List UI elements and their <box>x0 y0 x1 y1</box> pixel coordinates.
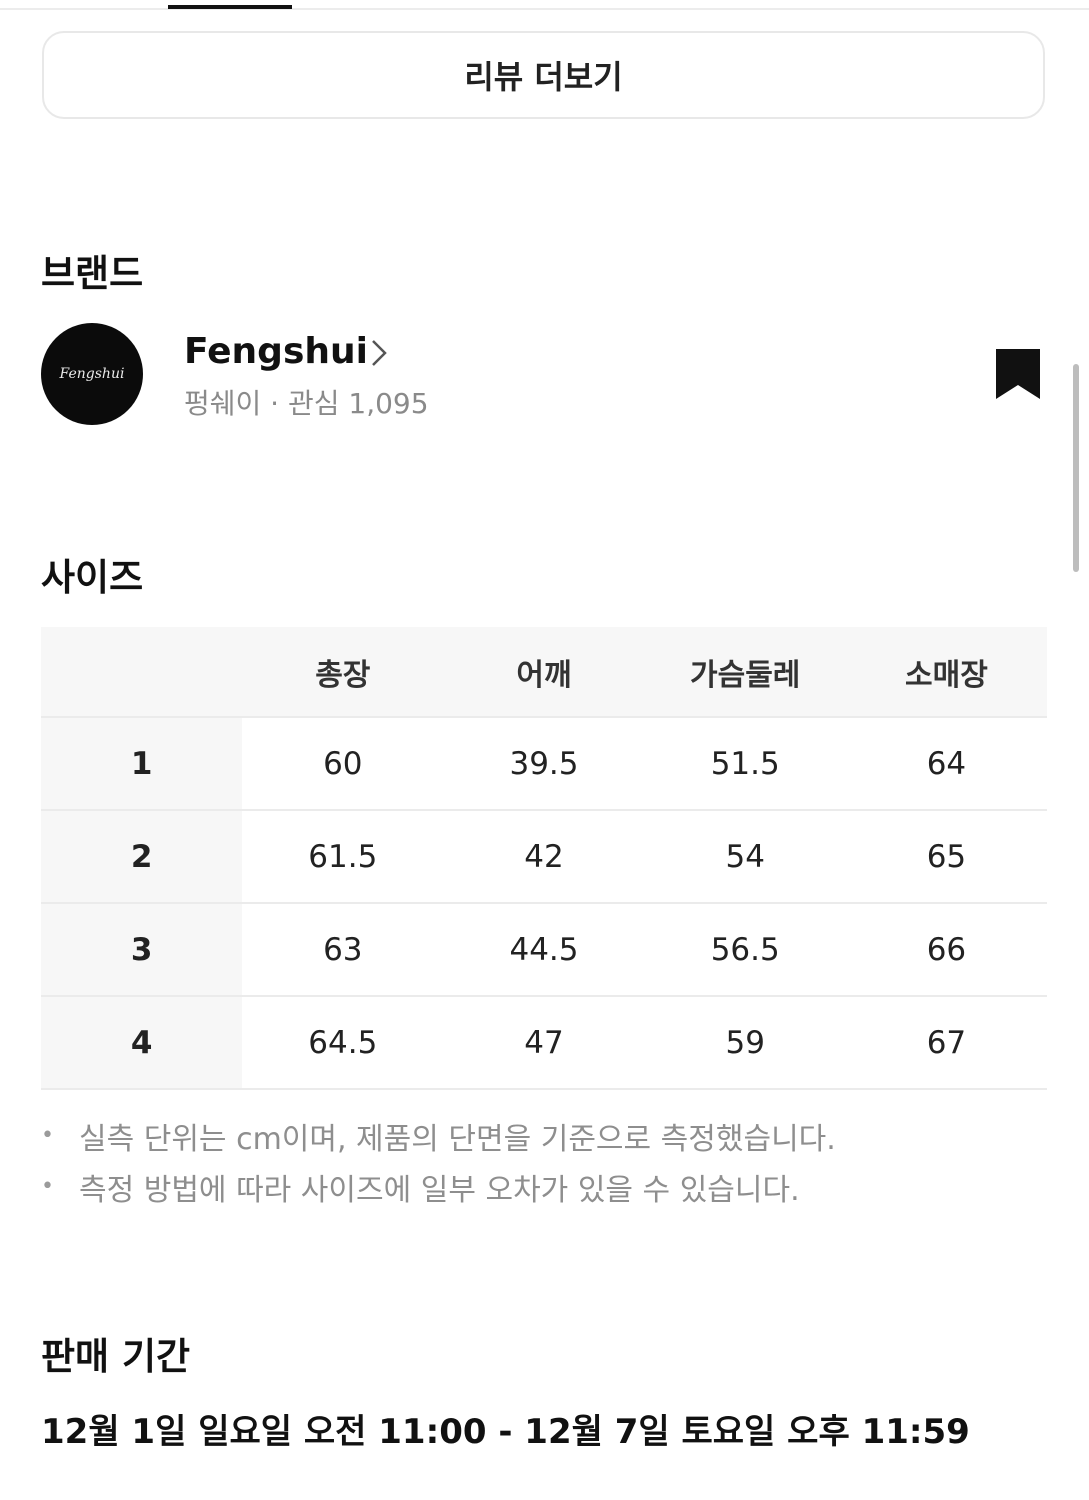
size-note-text: 실측 단위는 cm이며, 제품의 단면을 기준으로 측정했습니다. <box>79 1121 836 1157</box>
size-column-header <box>41 627 242 716</box>
size-column-header: 어깨 <box>516 657 572 693</box>
active-tab-indicator <box>168 5 292 9</box>
size-value-cell: 64.5 <box>308 1024 378 1061</box>
scrollbar[interactable] <box>1073 364 1079 572</box>
size-value-cell: 64 <box>926 745 967 782</box>
size-value-cell: 60 <box>323 745 363 782</box>
size-value-cell: 63 <box>323 931 363 968</box>
size-value-cell: 44.5 <box>509 931 579 968</box>
size-value-cell: 56.5 <box>710 931 780 968</box>
size-column-header: 총장 <box>315 657 371 693</box>
size-value-cell: 66 <box>926 931 967 968</box>
bullet-icon: • <box>41 1174 54 1199</box>
size-table: 총장 어깨 가슴둘레 소매장 1 60 39.5 51.5 64 2 61.5 … <box>41 627 1047 1090</box>
table-row: 2 61.5 42 54 65 <box>41 811 1047 904</box>
size-value-cell: 47 <box>524 1024 564 1061</box>
size-value-cell: 67 <box>926 1024 967 1061</box>
size-value-cell: 42 <box>524 838 564 875</box>
size-label-cell: 3 <box>41 904 243 995</box>
size-value-cell: 39.5 <box>509 745 579 782</box>
size-notes: • 실측 단위는 cm이며, 제품의 단면을 기준으로 측정했습니다. • 측정… <box>41 1110 836 1212</box>
size-label-cell: 2 <box>41 811 243 902</box>
size-label-cell: 1 <box>41 718 243 809</box>
size-value-cell: 61.5 <box>308 838 378 875</box>
brand-logo-text: Fengshui <box>59 366 125 382</box>
tab-bar-divider <box>0 8 1089 10</box>
size-note-text: 측정 방법에 따라 사이즈에 일부 오차가 있을 수 있습니다. <box>79 1172 800 1208</box>
review-more-button[interactable]: 리뷰 더보기 <box>42 31 1045 119</box>
size-note: • 실측 단위는 cm이며, 제품의 단면을 기준으로 측정했습니다. <box>41 1110 836 1161</box>
table-row: 4 64.5 47 59 67 <box>41 997 1047 1090</box>
size-value-cell: 59 <box>725 1024 765 1061</box>
brand-logo[interactable]: Fengshui <box>41 323 143 425</box>
size-value-cell: 54 <box>725 838 765 875</box>
table-row: 3 63 44.5 56.5 66 <box>41 904 1047 997</box>
bullet-icon: • <box>41 1123 54 1148</box>
size-value-cell: 51.5 <box>710 745 780 782</box>
size-note: • 측정 방법에 따라 사이즈에 일부 오차가 있을 수 있습니다. <box>41 1161 836 1212</box>
size-table-header: 총장 어깨 가슴둘레 소매장 <box>41 627 1047 718</box>
sale-period-section-title: 판매 기간 <box>41 1335 191 1378</box>
size-section-title: 사이즈 <box>41 556 144 599</box>
sale-period-text: 12월 1일 일요일 오전 11:00 - 12월 7일 토요일 오후 11:5… <box>41 1412 970 1452</box>
size-label-cell: 4 <box>41 997 243 1088</box>
chevron-right-icon[interactable] <box>370 338 388 368</box>
brand-name-link[interactable]: Fengshui <box>184 331 368 372</box>
bookmark-icon[interactable] <box>994 347 1042 401</box>
brand-meta: 펑쉐이 · 관심 1,095 <box>184 387 429 420</box>
size-column-header: 소매장 <box>905 657 988 693</box>
size-value-cell: 65 <box>926 838 967 875</box>
size-column-header: 가슴둘레 <box>690 657 801 693</box>
brand-section-title: 브랜드 <box>41 252 144 295</box>
table-row: 1 60 39.5 51.5 64 <box>41 718 1047 811</box>
